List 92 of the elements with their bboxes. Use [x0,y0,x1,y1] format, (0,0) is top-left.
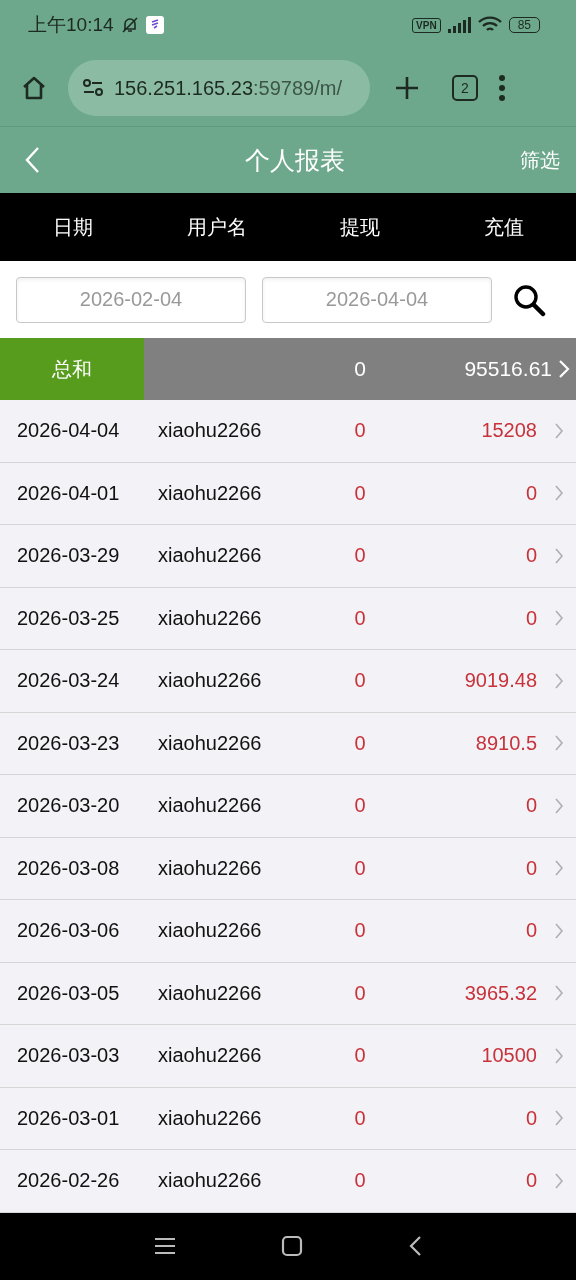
date-cell-text: 2026-03-03 [17,1044,121,1068]
date-cell-text: 2026-04-01 [17,481,121,505]
back-nav-icon[interactable] [408,1235,422,1258]
chevron-icon[interactable] [554,609,564,628]
url-text: 156.251.165.23:59789/m/ [114,76,342,100]
date-cell-text: 2026-02-26 [17,1169,121,1193]
recharge-cell: 3965.32 [464,981,537,1005]
withdraw-cell: 0 [354,1169,366,1193]
recharge-cell: 10500 [481,1044,537,1068]
menu-icon[interactable] [154,1237,176,1256]
date-cell-text: 2026-03-01 [17,1106,121,1130]
username-cell-text: xiaohu2266 [158,419,263,443]
recharge-cell: 0 [525,919,537,943]
withdraw-cell: 0 [354,544,366,568]
column-header: 充值 [483,214,525,240]
date-cell-text: 2026-03-20 [17,794,121,818]
date-cell-text: 2026-03-08 [17,856,121,880]
withdraw-cell: 0 [354,919,366,943]
recharge-cell: 15208 [481,419,537,443]
vpn-badge: VPN [412,17,441,33]
new-tab-icon[interactable] [394,75,420,101]
username-cell-text: xiaohu2266 [158,1044,263,1068]
column-header: 日期 [51,214,94,240]
back-icon[interactable] [24,146,40,174]
column-header: 用户名 [185,214,248,240]
username-cell-text: xiaohu2266 [158,981,263,1005]
username-cell-text: xiaohu2266 [158,481,263,505]
recharge-cell: 8910.5 [475,731,537,755]
username-cell-text: xiaohu2266 [158,919,263,943]
end-date-field[interactable]: 2026-04-04 [262,276,492,323]
chevron-icon[interactable] [554,796,564,815]
home-square-icon[interactable] [281,1235,303,1258]
username-cell-text: xiaohu2266 [158,606,263,630]
withdraw-cell: 0 [354,419,366,443]
recharge-cell: 0 [525,794,537,818]
chevron-icon[interactable] [554,671,564,690]
withdraw-cell: 0 [354,794,366,818]
recharge-cell: 0 [525,856,537,880]
status-time: 上午10:14 [28,13,114,37]
username-cell-text: xiaohu2266 [158,1106,263,1130]
recharge-cell: 0 [525,606,537,630]
username-cell-text: xiaohu2266 [158,669,263,693]
chevron-icon[interactable] [554,421,564,440]
recharge-cell: 9019.48 [464,669,537,693]
chevron-icon[interactable] [554,1171,564,1190]
date-cell-text: 2026-03-29 [17,544,121,568]
date-cell-text: 2026-03-06 [17,919,121,943]
site-settings-icon[interactable] [82,78,104,98]
date-cell-text: 2026-03-25 [17,606,121,630]
withdraw-cell: 0 [354,981,366,1005]
total-withdraw: 0 [354,357,366,381]
recharge-cell: 0 [525,1106,537,1130]
date-cell-text: 2026-03-05 [17,981,121,1005]
start-date-field[interactable]: 2026-02-04 [16,276,246,323]
username-cell-text: xiaohu2266 [158,856,263,880]
column-header: 提现 [339,214,381,240]
total-label: 总和 [0,338,144,400]
withdraw-cell: 0 [354,481,366,505]
withdraw-cell: 0 [354,731,366,755]
recharge-cell: 0 [525,544,537,568]
date-cell-text: 2026-04-04 [17,419,121,443]
withdraw-cell: 0 [354,1106,366,1130]
address-bar[interactable]: 156.251.165.23:59789/m/ [68,60,370,116]
username-cell-text: xiaohu2266 [158,544,263,568]
chevron-icon[interactable] [554,859,564,878]
chevron-icon[interactable] [554,546,564,565]
page-title: 个人报表 [245,144,345,176]
chevron-icon[interactable] [554,984,564,1003]
username-cell-text: xiaohu2266 [158,794,263,818]
chevron-icon[interactable] [554,484,564,503]
signal-icon [446,17,471,33]
app-icon [145,16,164,34]
recharge-cell: 0 [525,481,537,505]
username-cell-text: xiaohu2266 [158,731,263,755]
more-icon[interactable] [498,75,506,101]
chevron-icon[interactable] [554,734,564,753]
chevron-icon[interactable] [554,921,564,940]
date-cell-text: 2026-03-23 [17,731,121,755]
withdraw-cell: 0 [354,669,366,693]
battery-indicator: 85 [508,17,540,33]
withdraw-cell: 0 [354,606,366,630]
tab-count-button[interactable]: 2 [452,75,478,101]
username-cell-text: xiaohu2266 [158,1169,263,1193]
date-cell-text: 2026-03-24 [17,669,121,693]
recharge-cell: 0 [525,1169,537,1193]
withdraw-cell: 0 [354,856,366,880]
withdraw-cell: 0 [354,1044,366,1068]
search-icon[interactable] [512,282,546,317]
total-recharge: 95516.61 [464,357,552,381]
chevron-icon[interactable] [554,1046,564,1065]
filter-link[interactable]: 筛选 [520,146,560,174]
chevron-icon[interactable] [554,1109,564,1128]
